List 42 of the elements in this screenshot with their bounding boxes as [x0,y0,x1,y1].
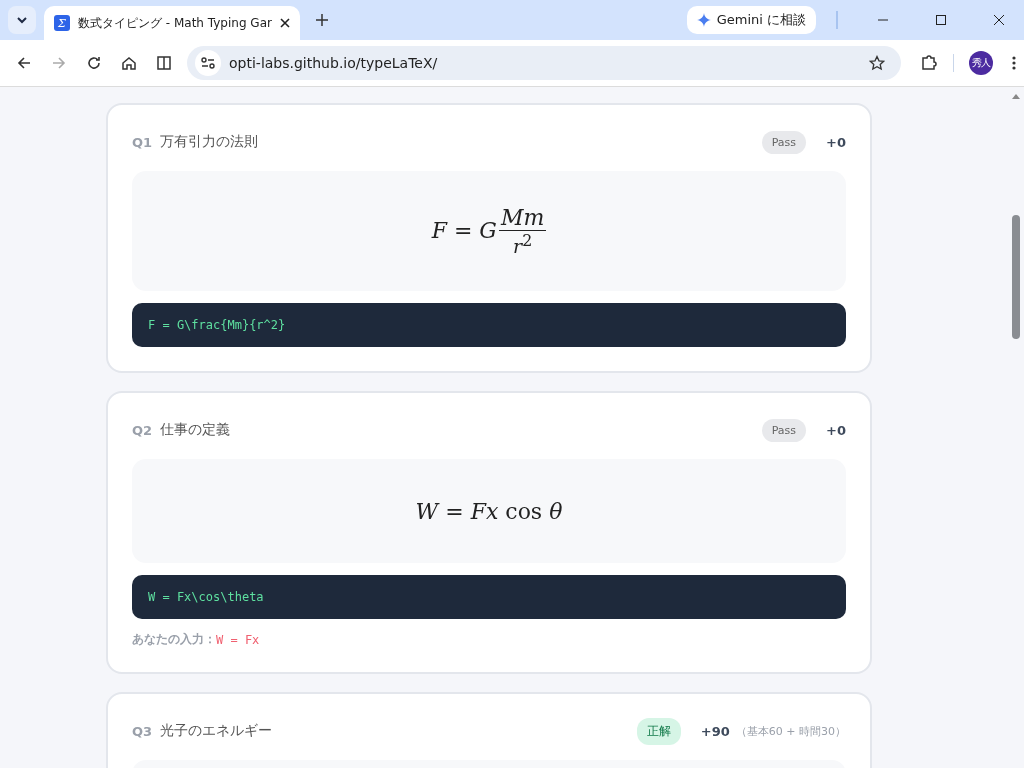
favicon: Σ [54,15,70,31]
site-settings-icon[interactable] [195,50,221,76]
latex-code: F = G\frac{Mm}{r^2} [148,318,286,332]
browser-tab[interactable]: Σ 数式タイピング - Math Typing Gar [44,6,300,40]
puzzle-piece-icon[interactable] [920,54,938,72]
tab-search-button[interactable] [8,6,36,34]
reload-icon[interactable] [86,55,102,71]
question-number: Q1 [132,134,154,150]
plus-icon[interactable] [315,14,328,26]
menu-icon[interactable] [1012,55,1016,71]
back-icon[interactable] [16,55,32,71]
question-number: Q3 [132,723,154,739]
url-text: opti-labs.github.io/typeLaTeX/ [229,55,438,71]
chevron-down-icon [16,16,28,24]
maximize-icon[interactable] [935,14,947,26]
address-bar[interactable]: opti-labs.github.io/typeLaTeX/ [187,46,901,80]
split-view-icon[interactable] [156,55,172,71]
home-icon[interactable] [121,55,137,71]
sparkle-icon [696,13,711,27]
question-number: Q2 [132,422,154,438]
tab-title: 数式タイピング - Math Typing Gar [78,14,272,32]
question-title: 仕事の定義 [160,421,230,439]
profile-avatar[interactable]: 秀人 [969,51,993,75]
gemini-button[interactable]: Gemini に相談 [686,6,816,34]
latex-code: W = Fx\cos\theta [148,590,264,604]
scroll-up-icon[interactable] [1012,93,1020,99]
score-text: +0 [826,134,846,150]
result-badge: 正解 [636,717,681,745]
result-badge: Pass [761,130,807,154]
close-icon[interactable] [993,14,1005,26]
scrollbar-thumb[interactable] [1012,215,1020,339]
answer-label: あなたの入力： [132,631,216,648]
close-icon[interactable] [279,18,290,28]
score-text: +0 [826,422,846,438]
question-title: 光子のエネルギー [160,722,272,740]
answer-text: W = Fx [216,632,260,647]
formula: W = Fx cos θ [415,498,563,524]
star-icon[interactable] [869,55,885,71]
score-detail: （基本60 + 時間30） [735,723,846,739]
result-badge: Pass [761,418,807,442]
score-text: +90 [700,723,730,739]
question-title: 万有引力の法則 [160,133,258,151]
